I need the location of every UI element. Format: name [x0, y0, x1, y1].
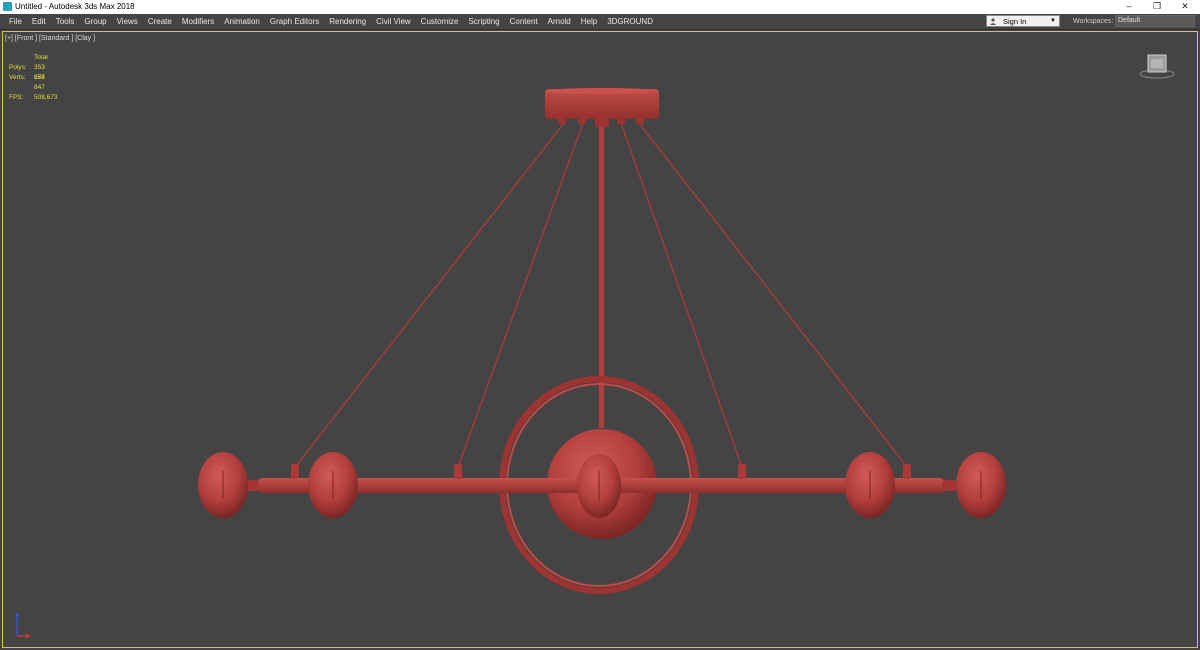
- menu-graph-editors[interactable]: Graph Editors: [265, 14, 324, 29]
- sign-in-dropdown[interactable]: Sign In ▼: [986, 15, 1060, 27]
- minimize-button[interactable]: –: [1115, 0, 1143, 14]
- center-rod: [599, 123, 604, 428]
- restore-icon: ❐: [1152, 1, 1162, 11]
- menu-edit[interactable]: Edit: [27, 14, 51, 29]
- viewport-label[interactable]: [+] [Front ] [Standard ] [Clay ]: [5, 34, 95, 43]
- menu-content[interactable]: Content: [505, 14, 543, 29]
- chandelier-model[interactable]: [3, 32, 1197, 647]
- lamp-pods: [198, 452, 1006, 518]
- menu-customize[interactable]: Customize: [416, 14, 464, 29]
- menu-views[interactable]: Views: [112, 14, 143, 29]
- workspaces-select[interactable]: Default: [1115, 15, 1195, 27]
- restore-button[interactable]: ❐: [1143, 0, 1171, 14]
- sign-in-label: Sign In: [1003, 17, 1027, 26]
- menu-rendering[interactable]: Rendering: [324, 14, 371, 29]
- menu-help[interactable]: Help: [576, 14, 602, 29]
- dropdown-icon: ▼: [1050, 18, 1056, 24]
- app-icon: [3, 2, 12, 11]
- menu-animation[interactable]: Animation: [219, 14, 265, 29]
- workspaces-label: Workspaces:: [1073, 18, 1114, 25]
- viewcube-icon[interactable]: [1139, 52, 1175, 80]
- stats-total-header: Total: [34, 54, 48, 61]
- menu-bar: File Edit Tools Group Views Create Modif…: [0, 14, 1200, 30]
- front-viewport[interactable]: [+] [Front ] [Standard ] [Clay ] Total P…: [2, 31, 1198, 648]
- title-bar: Untitled - Autodesk 3ds Max 2018 – ❐ ✕: [0, 0, 1200, 14]
- menu-group[interactable]: Group: [79, 14, 111, 29]
- user-icon: [990, 18, 996, 25]
- menu-tools[interactable]: Tools: [51, 14, 80, 29]
- menu-3dground[interactable]: 3DGROUND: [602, 14, 658, 29]
- minimize-icon: –: [1126, 1, 1132, 11]
- axis-tripod-icon: [15, 612, 31, 638]
- menu-civil-view[interactable]: Civil View: [371, 14, 416, 29]
- verts-label: Verts:: [9, 74, 26, 81]
- close-icon: ✕: [1181, 1, 1189, 11]
- window-title: Untitled - Autodesk 3ds Max 2018: [15, 2, 135, 11]
- menu-file[interactable]: File: [4, 14, 27, 29]
- close-button[interactable]: ✕: [1171, 0, 1199, 14]
- main-menu: File Edit Tools Group Views Create Modif…: [4, 14, 658, 29]
- polys-label: Polys:: [9, 64, 27, 71]
- menu-modifiers[interactable]: Modifiers: [177, 14, 219, 29]
- ceiling-canopy: [545, 88, 659, 127]
- verts-value: 177 847: [34, 74, 45, 91]
- fps-value: 508,673: [34, 94, 58, 101]
- menu-create[interactable]: Create: [143, 14, 177, 29]
- menu-scripting[interactable]: Scripting: [463, 14, 504, 29]
- menu-arnold[interactable]: Arnold: [543, 14, 576, 29]
- fps-label: FPS:: [9, 94, 24, 101]
